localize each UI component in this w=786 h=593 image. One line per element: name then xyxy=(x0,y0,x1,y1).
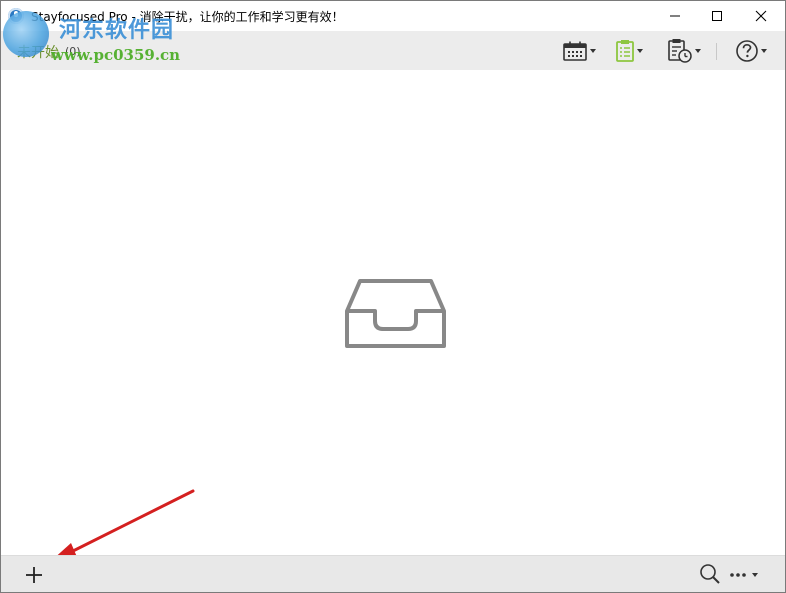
toolbar: 未开始 (0) xyxy=(1,31,785,70)
empty-inbox-icon xyxy=(345,279,446,348)
calendar-menu-button[interactable] xyxy=(562,38,596,64)
more-options-button[interactable] xyxy=(729,566,758,584)
plus-icon xyxy=(26,567,42,583)
close-button[interactable] xyxy=(741,1,781,31)
history-menu-button[interactable] xyxy=(667,38,701,64)
maximize-button[interactable] xyxy=(697,1,737,31)
title-bar: Stayfocused Pro - 消除干扰，让你的工作和学习更有效！ xyxy=(1,1,785,31)
clipboard-clock-icon xyxy=(668,39,692,63)
help-menu-button[interactable] xyxy=(735,38,767,64)
add-task-button[interactable] xyxy=(23,564,45,586)
chevron-down-icon xyxy=(695,49,701,53)
toolbar-divider xyxy=(716,43,717,60)
task-list-menu-button[interactable] xyxy=(615,38,643,64)
bottom-bar xyxy=(1,555,785,592)
search-button[interactable] xyxy=(698,562,722,586)
chevron-down-icon xyxy=(637,49,643,53)
minimize-button[interactable] xyxy=(655,1,695,31)
search-icon xyxy=(700,564,720,584)
ellipsis-icon xyxy=(730,573,746,577)
task-list-title[interactable]: 未开始 xyxy=(17,42,59,62)
app-window: Stayfocused Pro - 消除干扰，让你的工作和学习更有效！ 未开始 … xyxy=(0,0,786,593)
question-circle-icon xyxy=(736,40,758,62)
minimize-icon xyxy=(670,15,680,17)
chevron-down-icon xyxy=(590,49,596,53)
chevron-down-icon xyxy=(752,573,758,577)
window-title: Stayfocused Pro - 消除干扰，让你的工作和学习更有效！ xyxy=(31,10,344,24)
calendar-icon xyxy=(563,41,587,61)
chevron-down-icon xyxy=(761,49,767,53)
maximize-icon xyxy=(712,11,722,21)
task-list-count: (0) xyxy=(65,45,81,58)
arrow-annotation xyxy=(51,489,195,561)
app-icon xyxy=(8,8,24,24)
clipboard-list-icon xyxy=(616,40,634,62)
close-icon xyxy=(755,10,767,22)
